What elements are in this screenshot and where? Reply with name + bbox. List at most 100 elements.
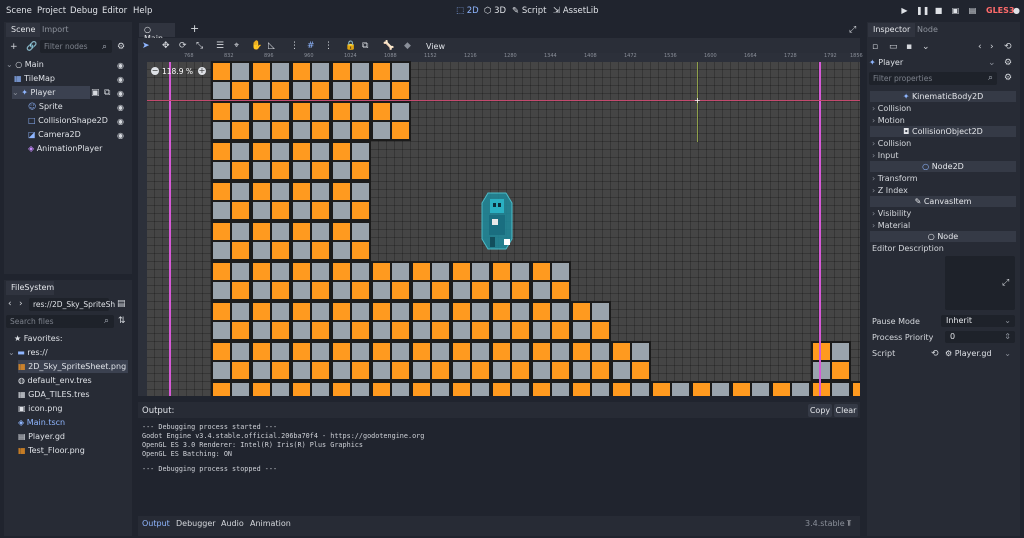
tab-import[interactable]: Import — [37, 23, 74, 37]
save-resource-icon[interactable]: ▪ — [906, 42, 912, 52]
filter-properties-input[interactable]: Filter properties — [869, 72, 997, 85]
visibility-eye-icon[interactable]: ◉ — [117, 61, 124, 70]
tab-audio[interactable]: Audio — [221, 519, 244, 528]
property-material[interactable]: › Material — [872, 220, 1016, 231]
sort-icon[interactable]: ⇅ — [118, 316, 126, 326]
property-collision[interactable]: › Collision — [872, 138, 1016, 149]
resource-menu-icon[interactable]: ⌄ — [922, 42, 930, 52]
file-item[interactable]: ▦ 2D_Sky_SpriteSheet.png — [18, 360, 128, 373]
zoom-out-icon[interactable]: − — [151, 67, 159, 75]
tree-item-player[interactable]: ⌄ ✦ Player — [12, 86, 90, 99]
visibility-eye-icon[interactable]: ◉ — [117, 131, 124, 140]
menu-debug[interactable]: Debug — [70, 6, 98, 16]
split-view-icon[interactable]: ▤ — [117, 299, 126, 309]
clear-script-icon[interactable]: ⟲ — [931, 349, 939, 359]
search-files-input[interactable]: Search files — [6, 315, 114, 328]
group-selected-icon[interactable]: ⧉ — [362, 41, 368, 51]
tab-debugger[interactable]: Debugger — [176, 519, 216, 528]
tree-item-camera2d[interactable]: ◪ Camera2D — [28, 128, 116, 141]
add-node-icon[interactable]: + — [10, 42, 18, 52]
script-attached-icon[interactable]: ▣ — [91, 88, 100, 98]
history-forward-icon[interactable]: › — [990, 42, 994, 52]
scene-options-icon[interactable]: ⚙ — [117, 42, 125, 52]
pause-mode-select[interactable]: Inherit ⌄ — [941, 315, 1015, 327]
tree-item-main[interactable]: ⌄ ○ Main — [6, 58, 130, 71]
property-visibility[interactable]: › Visibility — [872, 208, 1016, 219]
property-motion[interactable]: › Motion — [872, 115, 1016, 126]
visibility-eye-icon[interactable]: ◉ — [117, 75, 124, 84]
zoom-in-icon[interactable]: + — [198, 67, 206, 75]
tab-animation[interactable]: Animation — [250, 519, 291, 528]
path-field[interactable]: res://2D_Sky_SpriteSh — [29, 298, 115, 311]
new-resource-icon[interactable]: ▫ — [872, 42, 878, 52]
process-priority-spinbox[interactable]: 0 ⇕ — [945, 331, 1015, 343]
tree-item-sprite[interactable]: ☺ Sprite — [28, 100, 116, 113]
forward-arrow-icon[interactable]: › — [19, 299, 23, 309]
file-item[interactable]: ◈ Main.tscn — [18, 416, 128, 429]
property-input[interactable]: › Input — [872, 150, 1016, 161]
tree-item-tilemap[interactable]: ▦ TileMap — [14, 72, 130, 85]
expand-icon[interactable]: ⤢ — [1002, 278, 1009, 288]
pivot-icon[interactable]: ⌖ — [234, 41, 239, 51]
menu-editor[interactable]: Editor — [102, 6, 127, 16]
play-icon[interactable]: ▶ — [900, 6, 909, 15]
snap-options-icon[interactable]: ⋮ — [324, 41, 333, 51]
zoom-label[interactable]: 118.9 % — [162, 67, 193, 76]
ruler-tool-icon[interactable]: ◺ — [268, 41, 275, 51]
rotate-tool-icon[interactable]: ⟳ — [179, 41, 187, 51]
pan-tool-icon[interactable]: ✋ — [251, 41, 262, 51]
chevron-down-icon[interactable]: ⌄ — [988, 58, 996, 68]
lock-icon[interactable]: 🔒 — [345, 41, 356, 51]
workspace-script[interactable]: ✎ Script — [512, 6, 546, 16]
view-menu[interactable]: View — [426, 42, 445, 51]
tab-scene[interactable]: Scene — [6, 23, 41, 37]
file-item[interactable]: ▤ Player.gd — [18, 430, 128, 443]
grid-snap-icon[interactable]: # — [307, 41, 315, 51]
tab-output[interactable]: Output — [142, 519, 170, 528]
res-root-row[interactable]: ⌄ ▬ res:// — [8, 346, 126, 359]
script-resource-field[interactable]: ⚙ Player.gd ⌄ — [945, 347, 1015, 360]
distraction-free-icon[interactable]: ⤢ — [849, 25, 856, 35]
file-item[interactable]: ▦ GDA_TILES.tres — [18, 388, 128, 401]
stop-icon[interactable]: ■ — [934, 6, 943, 15]
group-icon[interactable]: ⧉ — [104, 88, 110, 98]
list-select-icon[interactable]: ☰ — [216, 41, 224, 51]
player-sprite[interactable] — [480, 189, 514, 253]
tree-item-animationplayer[interactable]: ◈ AnimationPlayer — [28, 142, 126, 155]
property-transform[interactable]: › Transform — [872, 173, 1016, 184]
play-scene-icon[interactable]: ▣ — [951, 6, 960, 15]
tree-item-collisionshape2d[interactable]: □ CollisionShape2D — [28, 114, 116, 127]
visibility-eye-icon[interactable]: ◉ — [117, 117, 124, 126]
visibility-eye-icon[interactable]: ◉ — [117, 89, 124, 98]
tab-main[interactable]: ○ Main — [139, 23, 175, 43]
skeleton-icon[interactable]: 🦴 — [383, 41, 394, 51]
smart-snap-icon[interactable]: ⋮ — [290, 41, 299, 51]
file-item[interactable]: ◍ default_env.tres — [18, 374, 128, 387]
property-options-icon[interactable]: ⚙ — [1004, 73, 1012, 83]
renderer-label[interactable]: GLES3 — [986, 6, 1014, 15]
load-resource-icon[interactable]: ▭ — [889, 42, 898, 52]
workspace-3d[interactable]: ⬡ 3D — [484, 6, 506, 16]
move-tool-icon[interactable]: ✥ — [162, 41, 170, 51]
tab-node[interactable]: Node — [912, 23, 943, 37]
menu-project[interactable]: Project — [37, 6, 66, 16]
menu-scene[interactable]: Scene — [6, 6, 32, 16]
file-item[interactable]: ▣ icon.png — [18, 402, 128, 415]
tab-filesystem[interactable]: FileSystem — [6, 281, 54, 295]
copy-button[interactable]: Copy — [808, 404, 832, 417]
workspace-assetlib[interactable]: ⇲ AssetLib — [553, 6, 599, 16]
pin-panel-icon[interactable]: ⫪ — [847, 519, 852, 529]
link-icon[interactable]: 🔗 — [26, 42, 37, 52]
back-arrow-icon[interactable]: ‹ — [8, 299, 12, 309]
favorites-row[interactable]: ★ Favorites: — [14, 332, 124, 345]
file-item[interactable]: ▦ Test_Floor.png — [18, 444, 128, 457]
tab-inspector[interactable]: Inspector — [868, 23, 916, 37]
select-tool-icon[interactable]: ➤ — [142, 41, 150, 51]
add-tab-icon[interactable]: + — [190, 23, 199, 34]
menu-help[interactable]: Help — [133, 6, 152, 16]
property-z-index[interactable]: › Z Index — [872, 185, 1016, 196]
play-custom-icon[interactable]: ▤ — [968, 6, 977, 15]
property-collision[interactable]: › Collision — [872, 103, 1016, 114]
inspector-object-selector[interactable]: ✦ Player — [869, 56, 1000, 69]
clear-button[interactable]: Clear — [834, 404, 858, 417]
